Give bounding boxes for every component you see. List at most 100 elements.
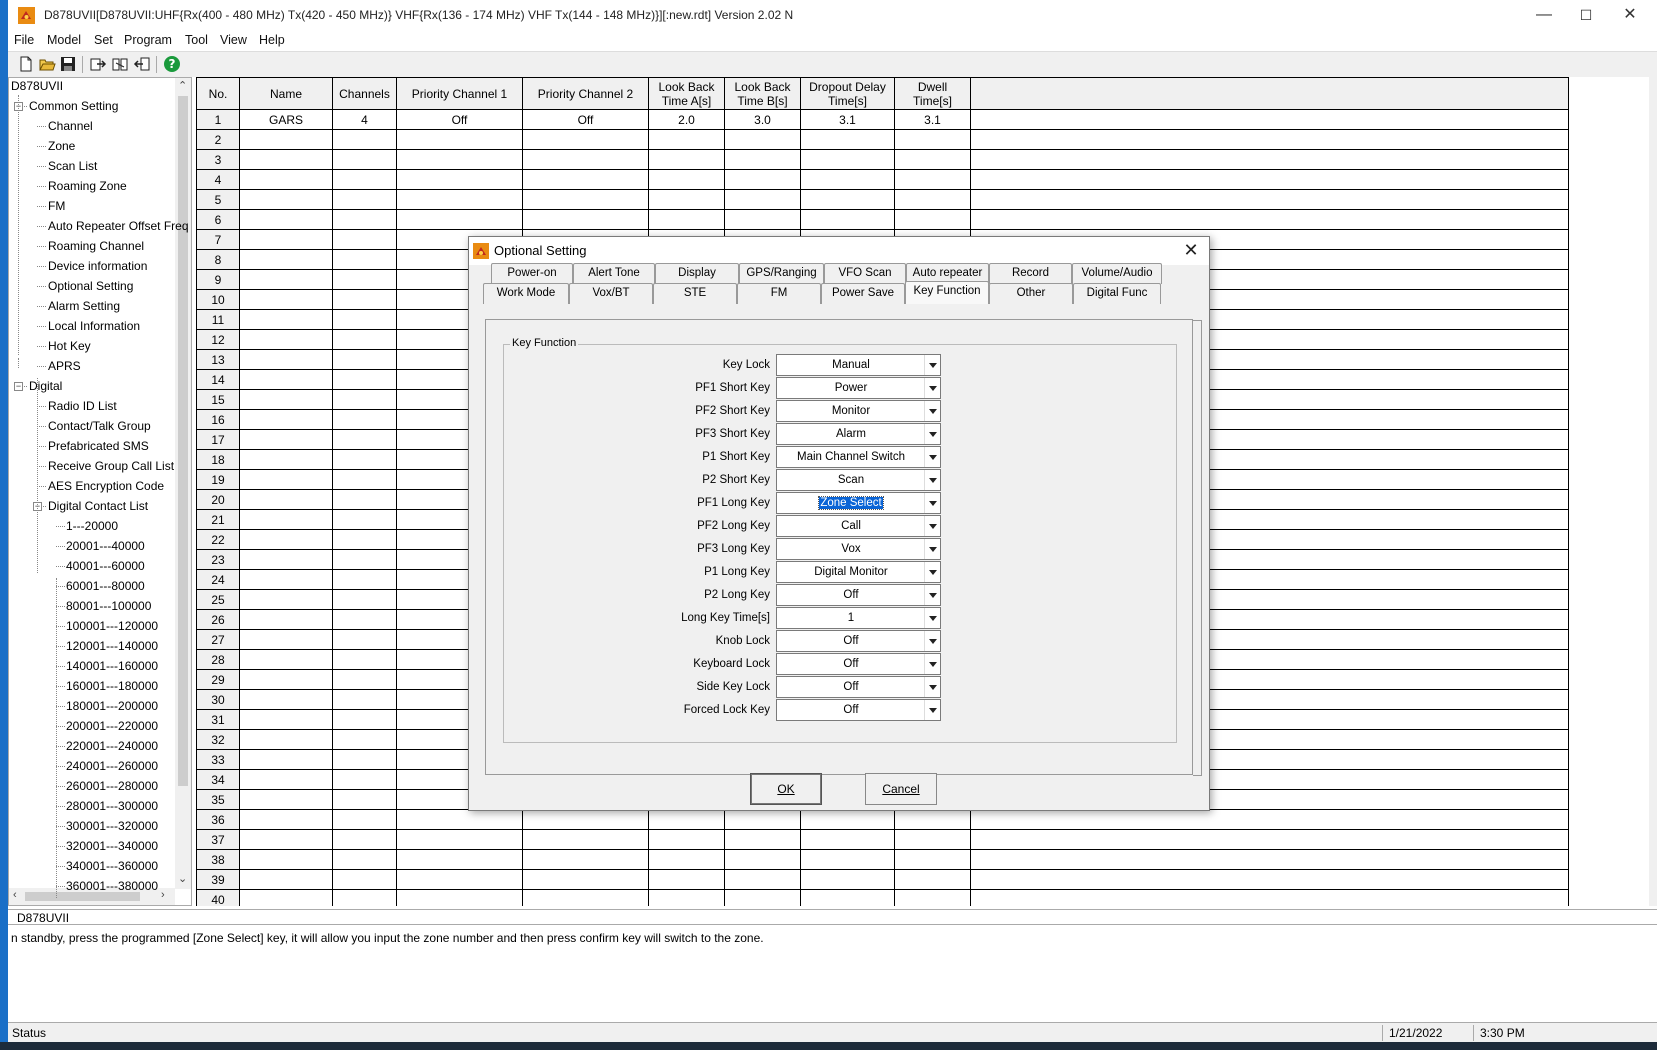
table-cell[interactable] [239, 849, 333, 870]
table-cell[interactable] [239, 609, 333, 630]
tree-item-radio-id-list[interactable]: Radio ID List [48, 398, 117, 414]
menu-model[interactable]: Model [47, 33, 81, 47]
table-cell[interactable]: GARS [239, 109, 333, 130]
row-number[interactable]: 28 [196, 649, 240, 670]
table-cell[interactable] [396, 129, 523, 150]
pf1-short-key-select[interactable]: Power [776, 377, 941, 399]
table-cell[interactable] [239, 549, 333, 570]
row-number[interactable]: 15 [196, 389, 240, 410]
tree-item-100001-120000[interactable]: 100001---120000 [66, 618, 158, 634]
tree-item-channel[interactable]: Channel [48, 118, 93, 134]
table-cell[interactable] [239, 429, 333, 450]
table-cell[interactable] [239, 469, 333, 490]
tab-volume-audio[interactable]: Volume/Audio [1072, 263, 1162, 284]
tree-item-contact-talk-group[interactable]: Contact/Talk Group [48, 418, 151, 434]
table-cell[interactable] [332, 869, 397, 890]
table-cell[interactable] [970, 869, 1569, 890]
tree-item-receive-group-call-list[interactable]: Receive Group Call List [48, 458, 174, 474]
table-cell[interactable] [239, 749, 333, 770]
tree-item-180001-200000[interactable]: 180001---200000 [66, 698, 158, 714]
row-number[interactable]: 20 [196, 489, 240, 510]
tab-fm[interactable]: FM [737, 283, 821, 304]
dropdown-arrow-icon[interactable] [924, 447, 940, 467]
table-cell[interactable] [648, 189, 725, 210]
table-cell[interactable]: 3.1 [800, 109, 895, 130]
table-cell[interactable] [970, 149, 1569, 170]
table-cell[interactable] [800, 809, 895, 830]
table-cell[interactable] [332, 729, 397, 750]
tree-item-digital-contact-list[interactable]: Digital Contact List [48, 498, 148, 514]
table-cell[interactable] [239, 349, 333, 370]
table-cell[interactable] [332, 369, 397, 390]
table-cell[interactable] [332, 129, 397, 150]
table-cell[interactable] [648, 809, 725, 830]
p2-long-key-select[interactable]: Off [776, 584, 941, 606]
tree-item-60001-80000[interactable]: 60001---80000 [66, 578, 145, 594]
row-number[interactable]: 17 [196, 429, 240, 450]
table-cell[interactable] [332, 409, 397, 430]
table-cell[interactable] [239, 509, 333, 530]
table-cell[interactable] [894, 169, 971, 190]
table-row[interactable]: 2 [196, 129, 1569, 150]
read-from-radio-icon[interactable] [89, 55, 107, 73]
table-cell[interactable] [894, 129, 971, 150]
table-cell[interactable] [239, 669, 333, 690]
table-cell[interactable] [894, 209, 971, 230]
table-row[interactable]: 4 [196, 169, 1569, 190]
row-number[interactable]: 36 [196, 809, 240, 830]
save-icon[interactable] [59, 55, 77, 73]
table-cell[interactable] [970, 169, 1569, 190]
row-number[interactable]: 30 [196, 689, 240, 710]
table-cell[interactable] [239, 689, 333, 710]
table-cell[interactable] [648, 149, 725, 170]
table-cell[interactable] [970, 809, 1569, 830]
table-cell[interactable] [239, 629, 333, 650]
table-cell[interactable] [239, 649, 333, 670]
table-cell[interactable] [239, 229, 333, 250]
minimize-button[interactable]: — [1521, 0, 1567, 31]
table-cell[interactable] [332, 789, 397, 810]
tree-item-hot-key[interactable]: Hot Key [48, 338, 91, 354]
dropdown-arrow-icon[interactable] [924, 424, 940, 444]
tree-item-fm[interactable]: FM [48, 198, 65, 214]
table-cell[interactable] [970, 189, 1569, 210]
tree-root[interactable]: D878UVII [11, 78, 63, 94]
table-cell[interactable] [800, 829, 895, 850]
table-cell[interactable] [970, 849, 1569, 870]
tree-item-roaming-channel[interactable]: Roaming Channel [48, 238, 144, 254]
tree-item-local-information[interactable]: Local Information [48, 318, 140, 334]
column-header[interactable] [970, 77, 1569, 110]
table-cell[interactable] [239, 209, 333, 230]
tree-item-160001-180000[interactable]: 160001---180000 [66, 678, 158, 694]
table-cell[interactable] [894, 869, 971, 890]
table-cell[interactable] [332, 509, 397, 530]
table-row[interactable]: 38 [196, 849, 1569, 870]
column-header[interactable]: Name [239, 77, 333, 110]
table-cell[interactable] [239, 169, 333, 190]
tree-item-20001-40000[interactable]: 20001---40000 [66, 538, 145, 554]
tree-item-scan-list[interactable]: Scan List [48, 158, 97, 174]
table-cell[interactable] [332, 689, 397, 710]
table-cell[interactable] [724, 129, 801, 150]
table-cell[interactable] [522, 829, 649, 850]
table-cell[interactable] [522, 889, 649, 906]
row-number[interactable]: 37 [196, 829, 240, 850]
dropdown-arrow-icon[interactable] [924, 516, 940, 536]
row-number[interactable]: 23 [196, 549, 240, 570]
table-cell[interactable] [332, 249, 397, 270]
table-cell[interactable] [332, 569, 397, 590]
table-cell[interactable] [894, 189, 971, 210]
tree-item-roaming-zone[interactable]: Roaming Zone [48, 178, 127, 194]
table-cell[interactable] [332, 589, 397, 610]
dropdown-arrow-icon[interactable] [924, 654, 940, 674]
table-cell[interactable]: 3.1 [894, 109, 971, 130]
tab-display[interactable]: Display [655, 263, 739, 284]
dropdown-arrow-icon[interactable] [924, 677, 940, 697]
table-cell[interactable] [239, 409, 333, 430]
menu-view[interactable]: View [220, 33, 247, 47]
key-lock-select[interactable]: Manual [776, 354, 941, 376]
table-cell[interactable] [239, 269, 333, 290]
table-row[interactable]: 1 GARS 4 Off Off 2.0 3.0 3.1 3.1 [196, 109, 1569, 130]
table-cell[interactable] [332, 669, 397, 690]
table-cell[interactable] [332, 549, 397, 570]
